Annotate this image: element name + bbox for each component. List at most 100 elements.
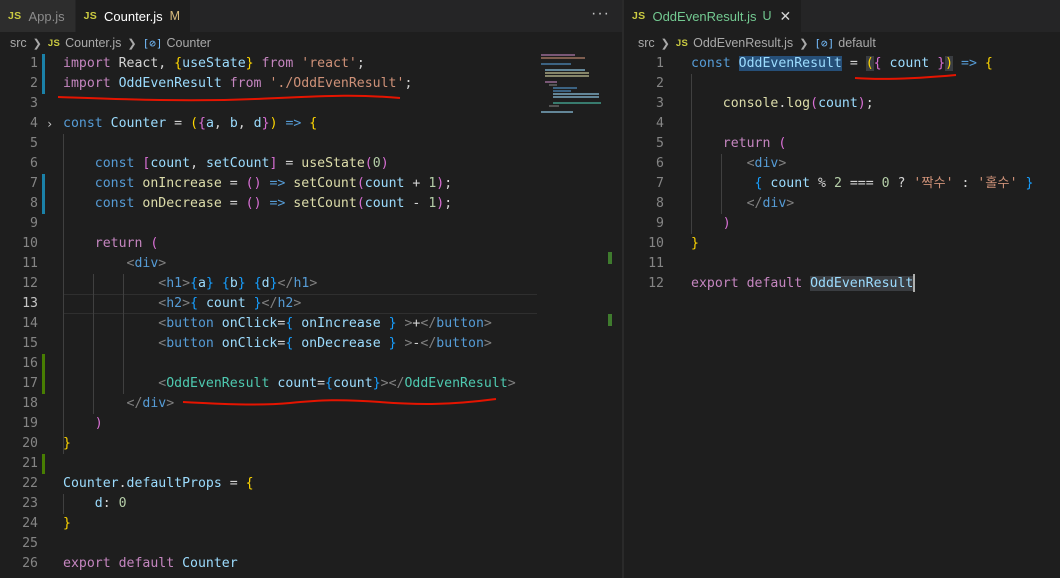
- line-number: 12: [22, 276, 38, 291]
- code-line[interactable]: 13 <h2>{ count }</h2>: [0, 294, 622, 314]
- breadcrumb-file[interactable]: OddEvenResult.js: [693, 36, 793, 50]
- code-text: }: [63, 434, 71, 454]
- code-line[interactable]: 20}: [0, 434, 622, 454]
- breadcrumb-file[interactable]: Counter.js: [65, 36, 121, 50]
- code-line[interactable]: 3: [0, 94, 622, 114]
- tab-counter-js[interactable]: JS Counter.js M: [75, 0, 192, 32]
- code-token: onIncrease: [134, 176, 230, 191]
- breadcrumb-folder[interactable]: src: [638, 36, 655, 50]
- git-modified-marker[interactable]: [42, 174, 45, 194]
- code-token: >: [309, 276, 318, 291]
- code-line[interactable]: 18 </div>: [0, 394, 622, 414]
- code-line[interactable]: 16: [0, 354, 622, 374]
- code-line[interactable]: 17 <OddEvenResult count={count}></OddEve…: [0, 374, 622, 394]
- code-token: =: [229, 196, 246, 211]
- code-text: const onIncrease = () => setCount(count …: [63, 174, 452, 194]
- code-line[interactable]: 24}: [0, 514, 622, 534]
- tab-oddevenresult-js[interactable]: JS OddEvenResult.js U ✕: [624, 0, 803, 32]
- code-line[interactable]: 12 export default OddEvenResult: [624, 274, 1060, 294]
- tab-label: OddEvenResult.js: [652, 8, 757, 24]
- git-modified-marker[interactable]: [42, 194, 45, 214]
- code-line[interactable]: 2 import OddEvenResult from './OddEvenRes…: [0, 74, 622, 94]
- code-line[interactable]: 1 const OddEvenResult = ({ count }) => {: [624, 54, 1060, 74]
- indent-guide: [63, 354, 64, 374]
- code-token: }: [245, 56, 254, 71]
- code-line[interactable]: 26 export default Counter: [0, 554, 622, 574]
- git-added-marker[interactable]: [42, 374, 45, 394]
- code-line[interactable]: 10}: [624, 234, 1060, 254]
- git-modified-marker[interactable]: [42, 74, 45, 94]
- code-token: const: [691, 56, 731, 71]
- code-line[interactable]: 12 <h1>{a} {b} {d}</h1>: [0, 274, 622, 294]
- breadcrumb-symbol[interactable]: Counter: [167, 36, 211, 50]
- code-line[interactable]: 22 Counter.defaultProps = {: [0, 474, 622, 494]
- code-line[interactable]: 11 <div>: [0, 254, 622, 274]
- code-line[interactable]: 15 <button onClick={ onDecrease } >-</bu…: [0, 334, 622, 354]
- code-token: default: [738, 276, 811, 291]
- code-line[interactable]: 1 import React, {useState} from 'react';: [0, 54, 622, 74]
- code-line[interactable]: 4: [624, 114, 1060, 134]
- code-token: +: [404, 176, 429, 191]
- code-editor-counter[interactable]: 1 import React, {useState} from 'react'; 2…: [0, 54, 622, 574]
- line-number: 3: [656, 96, 664, 111]
- minimap[interactable]: [537, 54, 605, 114]
- line-number: 1: [656, 56, 664, 71]
- code-line[interactable]: 6 <div>: [624, 154, 1060, 174]
- code-line[interactable]: 5 return (: [624, 134, 1060, 154]
- code-line[interactable]: 25: [0, 534, 622, 554]
- code-token: }: [237, 276, 246, 291]
- breadcrumb-symbol[interactable]: default: [838, 36, 876, 50]
- code-line[interactable]: 8 </div>: [624, 194, 1060, 214]
- line-number: 13: [22, 296, 38, 311]
- tab-app-js[interactable]: JS App.js: [0, 0, 76, 32]
- code-token: {: [309, 116, 318, 131]
- code-token: button: [166, 336, 214, 351]
- code-line[interactable]: 3 console.log(count);: [624, 94, 1060, 114]
- code-line[interactable]: 21: [0, 454, 622, 474]
- code-line[interactable]: 23 d: 0: [0, 494, 622, 514]
- modified-badge: M: [169, 9, 181, 23]
- code-line[interactable]: 5: [0, 134, 622, 154]
- line-number: 8: [30, 196, 38, 211]
- code-token: setCount: [293, 196, 357, 211]
- line-number: 18: [22, 396, 38, 411]
- code-line[interactable]: 4 › const Counter = ({a, b, d}) => {: [0, 114, 622, 134]
- code-text: const onDecrease = () => setCount(count …: [63, 194, 452, 214]
- fold-chevron-icon[interactable]: ›: [46, 114, 53, 134]
- code-token: <: [63, 376, 167, 391]
- code-line[interactable]: 7 { count % 2 === 0 ? '짝수' : '홀수' }: [624, 174, 1060, 194]
- code-token: div: [754, 156, 779, 171]
- code-line[interactable]: 10 return (: [0, 234, 622, 254]
- code-token: d: [63, 496, 103, 511]
- chevron-right-icon: ❯: [660, 37, 670, 50]
- code-line[interactable]: 2: [624, 74, 1060, 94]
- code-line[interactable]: 14 <button onClick={ onIncrease } >+</bu…: [0, 314, 622, 334]
- git-added-marker[interactable]: [42, 454, 45, 474]
- code-token: default: [110, 556, 183, 571]
- code-line[interactable]: 6 const [count, setCount] = useState(0): [0, 154, 622, 174]
- line-number: 11: [22, 256, 38, 271]
- chevron-right-icon: ❯: [127, 37, 137, 50]
- git-added-marker[interactable]: [42, 354, 45, 374]
- code-token: =: [229, 176, 246, 191]
- code-token: import: [63, 76, 111, 91]
- code-editor-oddevenresult[interactable]: 1 const OddEvenResult = ({ count }) => {2…: [624, 54, 1060, 294]
- symbol-variable-icon: [⊘]: [814, 36, 835, 50]
- code-text: import React, {useState} from 'react';: [63, 54, 365, 74]
- code-token: (: [364, 156, 373, 171]
- code-token: d: [261, 276, 270, 291]
- code-line[interactable]: 11: [624, 254, 1060, 274]
- code-token: OddEvenResult: [404, 376, 508, 391]
- code-token: %: [818, 176, 834, 191]
- code-line[interactable]: 8 const onDecrease = () => setCount(coun…: [0, 194, 622, 214]
- code-line[interactable]: 7 const onIncrease = () => setCount(coun…: [0, 174, 622, 194]
- code-token: ): [945, 56, 954, 71]
- more-actions-icon[interactable]: ···: [591, 5, 610, 23]
- code-line[interactable]: 19 ): [0, 414, 622, 434]
- git-modified-marker[interactable]: [42, 54, 45, 74]
- breadcrumb-folder[interactable]: src: [10, 36, 27, 50]
- close-icon[interactable]: ✕: [780, 8, 792, 25]
- code-token: OddEvenResult: [810, 276, 914, 291]
- code-line[interactable]: 9: [0, 214, 622, 234]
- code-line[interactable]: 9 ): [624, 214, 1060, 234]
